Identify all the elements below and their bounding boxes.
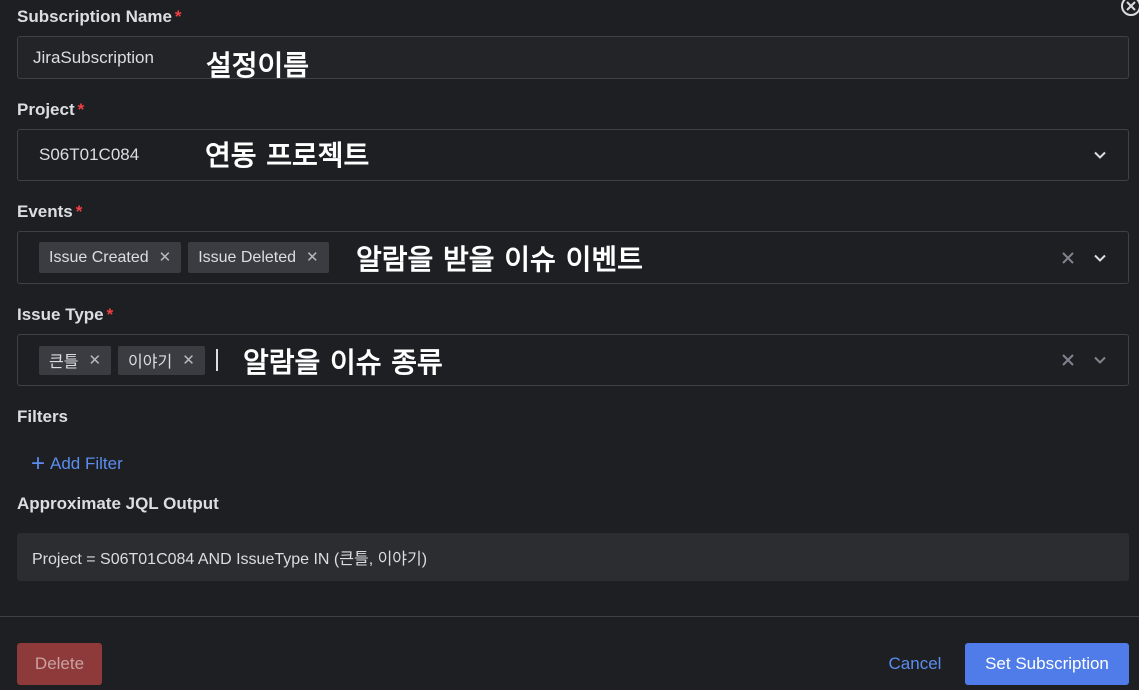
issue-type-annotation: 알람을 이슈 종류 (243, 346, 443, 379)
event-chip-label: Issue Created (49, 248, 149, 266)
project-value: S06T01C084 (39, 145, 140, 164)
issue-type-chip: 이야기 ✕ (118, 345, 205, 375)
required-marker: * (75, 202, 83, 221)
cancel-button[interactable]: Cancel (878, 643, 952, 685)
add-filter-label: Add Filter (50, 454, 123, 473)
clear-icon[interactable] (1058, 248, 1078, 268)
remove-chip-icon[interactable]: ✕ (159, 250, 172, 265)
subscription-name-value: JiraSubscription (33, 47, 154, 67)
chevron-down-icon[interactable] (1090, 350, 1110, 370)
events-annotation: 알람을 받을 이슈 이벤트 (356, 243, 643, 276)
required-marker: * (174, 7, 182, 26)
issue-type-chip-label: 큰틀 (49, 354, 79, 371)
chevron-down-icon[interactable] (1090, 248, 1110, 268)
close-circle-icon[interactable] (1119, 0, 1139, 18)
footer-divider (0, 616, 1139, 617)
events-label-text: Events (17, 202, 73, 221)
event-chip-label: Issue Deleted (198, 248, 297, 266)
issue-type-chip-list: 큰틀 ✕ 이야기 ✕ (39, 335, 218, 385)
subscription-name-input[interactable]: JiraSubscription (17, 36, 1129, 79)
jql-label: Approximate JQL Output (17, 494, 219, 513)
remove-chip-icon[interactable]: ✕ (182, 353, 195, 368)
events-chip-list: Issue Created ✕ Issue Deleted ✕ (39, 232, 329, 283)
issue-type-multiselect[interactable]: 큰틀 ✕ 이야기 ✕ (17, 334, 1129, 386)
issue-type-chip: 큰틀 ✕ (39, 345, 112, 375)
clear-icon[interactable] (1058, 350, 1078, 370)
project-select[interactable]: S06T01C084 (17, 129, 1129, 181)
filters-label: Filters (17, 407, 69, 426)
subscription-name-label: Subscription Name * (17, 7, 182, 27)
plus-icon: + (31, 450, 46, 477)
add-filter-button[interactable]: + Add Filter (31, 452, 123, 476)
subscription-name-label-text: Subscription Name (17, 7, 172, 26)
subscription-form: Subscription Name * JiraSubscription 설정이름… (0, 0, 1139, 690)
event-chip: Issue Created ✕ (39, 242, 182, 273)
event-chip: Issue Deleted ✕ (188, 242, 329, 273)
set-subscription-button[interactable]: Set Subscription (965, 643, 1129, 685)
required-marker: * (77, 100, 85, 119)
text-cursor (215, 349, 218, 371)
jql-output: Project = S06T01C084 AND IssueType IN (큰… (17, 533, 1129, 581)
events-label: Events * (17, 202, 82, 222)
issue-type-label: Issue Type * (17, 305, 113, 325)
project-annotation: 연동 프로젝트 (205, 139, 370, 172)
remove-chip-icon[interactable]: ✕ (306, 250, 319, 265)
subscription-name-annotation: 설정이름 (206, 49, 310, 82)
required-marker: * (106, 305, 114, 324)
delete-button[interactable]: Delete (17, 643, 102, 685)
project-label: Project * (17, 100, 84, 120)
chevron-down-icon[interactable] (1090, 145, 1110, 165)
project-label-text: Project (17, 100, 75, 119)
issue-type-label-text: Issue Type (17, 305, 104, 324)
remove-chip-icon[interactable]: ✕ (88, 353, 101, 368)
issue-type-chip-label: 이야기 (128, 354, 173, 371)
